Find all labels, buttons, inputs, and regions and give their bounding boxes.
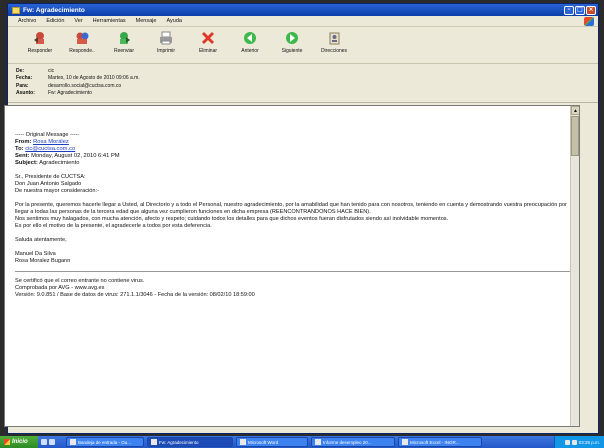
address-book-button[interactable]: Direcciones <box>316 30 352 54</box>
print-icon <box>158 30 174 46</box>
greeting-line-2: Don Juan Antonio Salgado <box>15 181 82 187</box>
vertical-scrollbar[interactable]: ▲ <box>570 106 579 426</box>
from-header-value: cic <box>48 67 55 74</box>
orig-sent-label: Sent: <box>15 153 30 159</box>
reply-all-icon <box>74 30 90 46</box>
previous-button[interactable]: Anterior <box>232 30 268 54</box>
task-fw-agradecimiento[interactable]: Fw: Agradecimiento <box>147 437 233 447</box>
delete-button[interactable]: Eliminar <box>190 30 226 54</box>
to-header-label: Para: <box>16 82 29 89</box>
body-paragraph-1: Por la presente, queremos hacerle llegar… <box>15 202 567 215</box>
previous-icon <box>242 30 258 46</box>
from-header-label: De: <box>16 67 25 74</box>
window-title: Fw: Agradecimiento <box>23 6 85 14</box>
orig-subject-value: Agradecimiento <box>39 160 80 166</box>
date-header-label: Fecha: <box>16 75 33 82</box>
menu-archivo[interactable]: Archivo <box>18 18 36 24</box>
date-header-value: Martes, 10 de Agosto de 2010 09:06 a.m. <box>48 75 140 82</box>
greeting-line-1: Sr., Presidente de CUCTSA: <box>15 174 86 180</box>
orig-from-label: From: <box>15 139 32 145</box>
quick-launch-icon[interactable] <box>49 439 55 445</box>
minimize-button[interactable]: – <box>564 5 574 15</box>
start-button[interactable]: Inicio <box>0 436 38 448</box>
outlook-icon <box>70 439 76 445</box>
message-header: De: cic Fecha: Martes, 10 de Agosto de 201… <box>8 64 598 103</box>
menu-bar: Archivo Edición Ver Herramientas Mensaje… <box>8 16 598 27</box>
word-icon <box>240 439 246 445</box>
task-excel[interactable]: Microsoft Excel - INGR... <box>398 437 482 447</box>
network-icon[interactable] <box>564 439 570 445</box>
excel-icon <box>402 439 408 445</box>
windows-flag-icon <box>4 439 10 445</box>
reply-all-button[interactable]: Responde.. <box>64 30 100 54</box>
title-bar: Fw: Agradecimiento – □ × <box>8 4 598 16</box>
orig-to-link[interactable]: cic@cuctsa.com.co <box>25 146 75 152</box>
taskbar: Inicio Bandeja de entrada - Ou... Fw: Ag… <box>0 436 604 448</box>
task-informe[interactable]: Informe desempleo 20... <box>311 437 395 447</box>
signature-line-2: Rosa Moralez Bugann <box>15 258 71 264</box>
original-message-separator: ----- Original Message ----- <box>15 132 80 138</box>
subject-header-value: Fw: Agradecimiento <box>48 90 92 97</box>
print-button[interactable]: Imprimir <box>148 30 184 54</box>
antivirus-line-3: Versión: 9.0.851 / Base de datos de viru… <box>15 292 255 298</box>
envelope-icon <box>12 6 20 14</box>
scroll-thumb[interactable] <box>571 116 579 156</box>
scroll-up-icon[interactable]: ▲ <box>571 106 579 115</box>
signature-line-1: Manuel Da Silva <box>15 251 56 257</box>
volume-icon[interactable] <box>571 439 577 445</box>
close-button[interactable]: × <box>586 5 596 15</box>
menu-herramientas[interactable]: Herramientas <box>93 18 126 24</box>
windows-logo-icon <box>584 17 594 26</box>
footer-divider <box>15 271 570 272</box>
menu-mensaje[interactable]: Mensaje <box>136 18 157 24</box>
greeting-line-3: De nuestra mayor consideración:- <box>15 188 99 194</box>
orig-from-link[interactable]: Rosa Morález <box>33 139 69 145</box>
forward-button[interactable]: Reenviar <box>106 30 142 54</box>
message-body-pane[interactable]: ----- Original Message ----- From: Rosa … <box>4 105 580 427</box>
delete-icon <box>200 30 216 46</box>
clock: 03:25 p.m. <box>578 439 600 445</box>
menu-ayuda[interactable]: Ayuda <box>166 18 182 24</box>
next-icon <box>284 30 300 46</box>
to-header-value: desarrollo.social@cuctsa.com.co <box>48 82 122 89</box>
subject-header-label: Asunto: <box>16 90 35 97</box>
orig-sent-value: Monday, August 02, 2010 6:41 PM <box>31 153 120 159</box>
envelope-icon <box>151 439 157 445</box>
toolbar: Responder Responde.. Reenviar Imprimir E… <box>8 27 598 64</box>
forward-icon <box>116 30 132 46</box>
orig-to-label: To: <box>15 146 24 152</box>
body-paragraph-2: Nos sentimos muy halagados, con mucha at… <box>15 216 449 222</box>
antivirus-line-1: Se certificó que el correo entrante no c… <box>15 278 145 284</box>
task-inbox[interactable]: Bandeja de entrada - Ou... <box>66 437 144 447</box>
maximize-button[interactable]: □ <box>575 5 585 15</box>
menu-ver[interactable]: Ver <box>74 18 82 24</box>
document-icon <box>315 439 321 445</box>
task-word[interactable]: Microsoft Word <box>236 437 308 447</box>
quick-launch <box>41 437 63 447</box>
next-button[interactable]: Siguiente <box>274 30 310 54</box>
antivirus-line-2: Comprobada por AVG - www.avg.es <box>15 285 105 291</box>
message-body: ----- Original Message ----- From: Rosa … <box>5 106 570 299</box>
quick-launch-icon[interactable] <box>41 439 47 445</box>
body-paragraph-3: Es por ello el motivo de la presente, el… <box>15 223 212 229</box>
reply-icon <box>32 30 48 46</box>
system-tray: 03:25 p.m. <box>554 436 604 448</box>
orig-subject-label: Subject: <box>15 160 38 166</box>
address-book-icon <box>326 30 342 46</box>
menu-edicion[interactable]: Edición <box>46 18 64 24</box>
closing-line: Saluda atentamente, <box>15 237 67 243</box>
reply-button[interactable]: Responder <box>22 30 58 54</box>
